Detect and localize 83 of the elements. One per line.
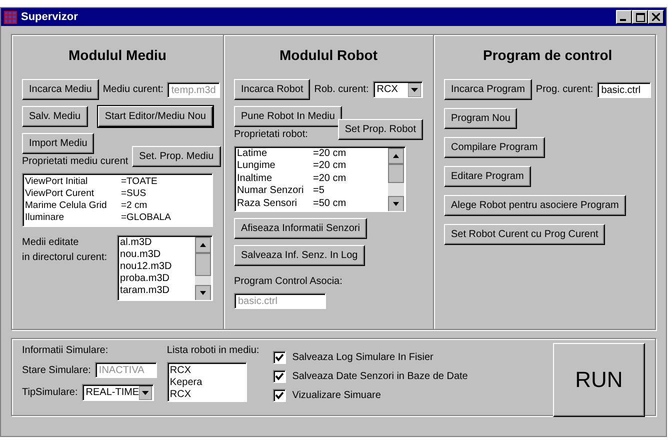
program-button[interactable]: Program Nou bbox=[444, 108, 518, 129]
robot-item[interactable]: RCX bbox=[170, 365, 244, 377]
property-value: =50 cm bbox=[313, 198, 346, 210]
field-label: Mediu curent: bbox=[102, 84, 164, 95]
program-button[interactable]: Set Robot Curent cu Prog Curent bbox=[444, 224, 606, 245]
property-name: Lungime bbox=[237, 160, 276, 173]
field-label: TipSimulare: bbox=[22, 387, 78, 398]
grid-icon bbox=[4, 10, 17, 24]
dropdown-icon bbox=[408, 82, 421, 96]
check-icon bbox=[275, 372, 284, 381]
place-robot-button[interactable]: Pune Robot In Mediu bbox=[234, 106, 342, 127]
file-item[interactable]: al.m3D bbox=[120, 237, 172, 249]
property-name: ViewPort Initial bbox=[25, 176, 89, 188]
property-value: =2 cm bbox=[121, 200, 148, 212]
robot-properties-list[interactable]: Latime =20 cm Lungime =20 cm Inaltime =20 cm Numar Senzori =5 Raza Sensori =50 cm bbox=[234, 146, 406, 212]
checkbox[interactable] bbox=[273, 389, 286, 402]
current-program-field[interactable]: basic.ctrl bbox=[597, 82, 652, 98]
field-label: Prog. curent: bbox=[536, 84, 594, 95]
check-icon bbox=[275, 353, 284, 362]
scrollbar[interactable] bbox=[388, 148, 404, 211]
program-button[interactable]: Editare Program bbox=[444, 166, 531, 187]
section-label: Informatii Simulare: bbox=[22, 345, 110, 356]
scrollbar[interactable] bbox=[195, 237, 211, 300]
save-environment-button[interactable]: Salv. Mediu bbox=[22, 106, 88, 127]
checkbox[interactable] bbox=[273, 370, 286, 383]
property-name: Iluminare bbox=[25, 212, 66, 224]
minimize-button[interactable] bbox=[616, 10, 632, 24]
robot-dropdown[interactable]: RCX bbox=[372, 81, 423, 98]
run-button[interactable]: RUN bbox=[553, 343, 645, 417]
properties-label: Proprietati mediu curent bbox=[22, 156, 128, 167]
property-name: Raza Sensori bbox=[237, 198, 298, 210]
show-sensors-button[interactable]: Afiseaza Informatii Senzori bbox=[234, 218, 367, 239]
files-label: Medii editate in directorul curent: bbox=[22, 236, 108, 265]
load-program-button[interactable]: Incarca Program bbox=[444, 79, 532, 100]
panel-title: Modulul Robot bbox=[278, 47, 378, 63]
save-log-button[interactable]: Salveaza Inf. Senz. In Log bbox=[234, 245, 365, 266]
field-label: Stare Simulare: bbox=[22, 364, 91, 376]
program-button[interactable]: Compilare Program bbox=[444, 137, 545, 158]
window-title: Supervizor bbox=[21, 11, 79, 23]
property-name: Marime Celula Grid bbox=[25, 200, 108, 212]
property-value: =5 bbox=[313, 185, 326, 198]
editor-button[interactable]: Start Editor/Mediu Nou bbox=[98, 106, 213, 127]
field-label: Rob. curent: bbox=[314, 84, 369, 95]
field-label: Program Control Asocia: bbox=[234, 276, 344, 287]
maximize-button[interactable] bbox=[632, 10, 648, 24]
checkbox-label: Salveaza Log Simulare In Fisier bbox=[292, 352, 434, 363]
files-list[interactable]: al.m3D nou.m3D nou12.m3D proba.m3D taram.m3D bbox=[117, 235, 213, 301]
file-item[interactable]: proba.m3D bbox=[120, 273, 172, 285]
load-robot-button[interactable]: Incarca Robot bbox=[234, 79, 310, 100]
load-environment-button[interactable]: Incarca Mediu bbox=[22, 79, 99, 100]
panel-title: Modulul Mediu bbox=[68, 47, 168, 63]
maximize-icon bbox=[636, 12, 644, 22]
property-name: Latime bbox=[237, 148, 268, 160]
property-name: ViewPort Curent bbox=[25, 188, 95, 200]
file-item[interactable]: nou12.m3D bbox=[120, 261, 172, 273]
checkbox-label: Vizualizare Simuare bbox=[292, 390, 381, 401]
property-value: =20 cm bbox=[313, 148, 346, 160]
program-button[interactable]: Alege Robot pentru asociere Program bbox=[444, 195, 626, 216]
robots-list[interactable]: RCX Kepera RCX bbox=[166, 362, 247, 402]
dropdown-icon bbox=[139, 386, 152, 400]
properties-label: Proprietati robot: bbox=[234, 129, 308, 140]
property-value: =GLOBALA bbox=[121, 212, 172, 224]
file-item[interactable]: nou.m3D bbox=[120, 249, 172, 261]
property-name: Numar Senzori bbox=[237, 185, 305, 198]
property-value: =SUS bbox=[121, 188, 148, 200]
robot-item[interactable]: Kepera bbox=[170, 377, 244, 389]
checkbox[interactable] bbox=[273, 351, 286, 364]
close-icon bbox=[652, 13, 660, 21]
set-properties-button[interactable]: Set. Prop. Mediu bbox=[132, 146, 221, 167]
import-environment-button[interactable]: Import Mediu bbox=[22, 133, 94, 154]
robot-item[interactable]: RCX bbox=[170, 389, 244, 401]
property-value: =20 cm bbox=[313, 160, 346, 173]
file-item[interactable]: taram.m3D bbox=[120, 285, 172, 297]
simulation-type-dropdown[interactable]: REAL-TIME bbox=[82, 384, 154, 401]
close-button[interactable] bbox=[648, 10, 664, 24]
property-value: =TOATE bbox=[121, 176, 158, 188]
check-icon bbox=[275, 391, 284, 400]
panel-title: Program de control bbox=[482, 47, 614, 63]
set-properties-button[interactable]: Set Prop. Robot bbox=[338, 119, 423, 140]
checkbox-label: Salveaza Date Senzori in Baze de Date bbox=[292, 371, 468, 382]
section-label: Lista roboti in mediu: bbox=[166, 345, 260, 356]
property-value: =20 cm bbox=[313, 172, 346, 186]
property-name: Inaltime bbox=[237, 172, 274, 186]
